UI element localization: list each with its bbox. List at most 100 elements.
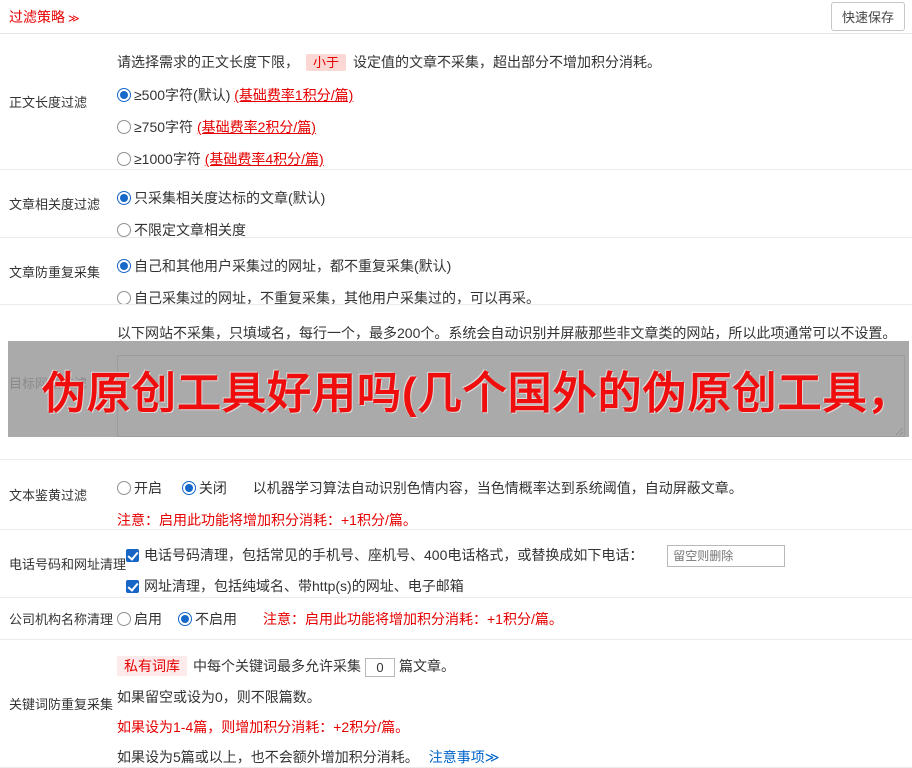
option-label: 启用 (134, 610, 162, 627)
radio-checked-icon[interactable] (178, 611, 192, 626)
body-length-option-row-1000: ≥1000字符 (基础费率4积分/篇) (117, 149, 905, 169)
dedup-option-self-only[interactable]: 自己采集过的网址，不重复采集，其他用户采集过的，可以再采。 (117, 290, 540, 305)
option-label: 网址清理，包括纯域名、带http(s)的网址、电子邮箱 (144, 578, 464, 595)
page-title[interactable]: 过滤策略 ≫ (9, 7, 80, 27)
relevance-content: 只采集相关度达标的文章(默认) 不限定文章相关度 (117, 170, 912, 237)
keyword-note-cost: 如果设为1-4篇，则增加积分消耗：+2积分/篇。 (117, 718, 410, 735)
phone-url-content: 电话号码清理，包括常见的手机号、座机号、400电话格式，或替换成如下电话： 网址… (126, 530, 912, 597)
radio-checked-icon[interactable] (117, 191, 131, 205)
checkbox-checked-icon[interactable] (126, 549, 140, 562)
keyword-note-5plus: 如果设为5篇或以上，也不会额外增加积分消耗。 注意事项≫ (117, 747, 905, 767)
body-length-option-750[interactable]: ≥750字符 (基础费率2积分/篇) (117, 119, 316, 135)
filter-strategy-page: 过滤策略 ≫ 快速保存 正文长度过滤 请选择需求的正文长度下限， 小于 设定值的文章不… (0, 0, 912, 768)
dedup-content: 自己和其他用户采集过的网址，都不重复采集(默认) 自己采集过的网址，不重复采集，… (117, 238, 912, 304)
radio-icon[interactable] (117, 481, 131, 495)
option-label: ≥1000字符 (134, 151, 205, 167)
keyword-note-unlimited: 如果留空或设为0，则不限篇数。 (117, 688, 321, 705)
row-label-porn-filter: 文本鉴黄过滤 (9, 488, 88, 503)
body-length-content: 请选择需求的正文长度下限， 小于 设定值的文章不采集，超出部分不增加积分消耗。 ≥5… (117, 34, 912, 169)
option-fee: (基础费率2积分/篇) (196, 119, 316, 135)
row-phone-url-cleanup: 电话号码和网址清理 电话号码清理，包括常见的手机号、座机号、400电话格式，或替… (0, 530, 912, 598)
option-fee: (基础费率4积分/篇) (204, 151, 324, 167)
keyword-limit-unit: 篇文章。 (399, 658, 455, 674)
option-label: ≥750字符 (134, 119, 197, 135)
company-note: 注意：启用此功能将增加积分消耗：+1积分/篇。 (263, 610, 563, 627)
row-label-body-length: 正文长度过滤 (9, 95, 88, 110)
url-cleanup-row: 网址清理，包括纯域名、带http(s)的网址、电子邮箱 (126, 576, 905, 596)
page-header: 过滤策略 ≫ 快速保存 (0, 0, 912, 34)
option-label: 不启用 (195, 610, 237, 627)
row-keyword-dedup: 关键词防重复采集 私有词库中每个关键词最多允许采集 篇文章。 如果留空或设为0，则… (0, 640, 912, 768)
relevance-option-any[interactable]: 不限定文章相关度 (117, 222, 246, 238)
keyword-note-5plus-text: 如果设为5篇或以上，也不会额外增加积分消耗。 (117, 748, 419, 765)
porn-filter-desc: 以机器学习算法自动识别色情内容，当色情概率达到系统阈值，自动屏蔽文章。 (252, 480, 743, 496)
radio-icon[interactable] (117, 223, 131, 237)
option-label: 自己采集过的网址，不重复采集，其他用户采集过的，可以再采。 (134, 290, 540, 305)
body-length-option-row-500: ≥500字符(默认) (基础费率1积分/篇) (117, 85, 905, 105)
body-length-desc: 请选择需求的正文长度下限， 小于 设定值的文章不采集，超出部分不增加积分消耗。 (117, 52, 905, 73)
body-length-option-row-750: ≥750字符 (基础费率2积分/篇) (117, 117, 905, 137)
row-relevance-filter: 文章相关度过滤 只采集相关度达标的文章(默认) 不限定文章相关度 (0, 170, 912, 238)
relevance-option-row-2: 不限定文章相关度 (117, 220, 905, 238)
dedup-option-all-users[interactable]: 自己和其他用户采集过的网址，都不重复采集(默认) (117, 258, 451, 274)
row-body-length-filter: 正文长度过滤 请选择需求的正文长度下限， 小于 设定值的文章不采集，超出部分不增加积… (0, 34, 912, 170)
row-company-cleanup: 公司机构名称清理 启用 不启用 注意：启用此功能将增加积分消耗：+1积分/篇。 (0, 598, 912, 640)
option-label: ≥500字符(默认) (134, 87, 235, 103)
option-label: 只采集相关度达标的文章(默认) (134, 190, 326, 206)
body-length-option-1000[interactable]: ≥1000字符 (基础费率4积分/篇) (117, 151, 324, 167)
phone-cleanup-row: 电话号码清理，包括常见的手机号、座机号、400电话格式，或替换成如下电话： (126, 545, 905, 568)
option-label: 电话号码清理，包括常见的手机号、座机号、400电话格式，或替换成如下电话： (144, 547, 644, 563)
page-title-text: 过滤策略 (9, 8, 65, 25)
body-length-option-500[interactable]: ≥500字符(默认) (基础费率1积分/篇) (117, 87, 353, 103)
quick-save-button[interactable]: 快速保存 (830, 2, 905, 31)
radio-checked-icon[interactable] (117, 88, 131, 102)
chevron-down-icon: ≫ (68, 12, 80, 25)
private-lexicon-badge: 私有词库 (117, 656, 187, 676)
checkbox-checked-icon[interactable] (126, 580, 140, 594)
notice-link[interactable]: 注意事项≫ (429, 749, 500, 765)
radio-checked-icon[interactable] (181, 481, 196, 495)
option-label: 自己和其他用户采集过的网址，都不重复采集(默认) (134, 258, 452, 274)
option-label: 开启 (134, 480, 162, 496)
radio-icon[interactable] (117, 120, 131, 134)
row-dedup-filter: 文章防重复采集 自己和其他用户采集过的网址，都不重复采集(默认) 自己采集过的网… (0, 238, 912, 305)
company-content: 启用 不启用 注意：启用此功能将增加积分消耗：+1积分/篇。 (117, 598, 912, 639)
radio-checked-icon[interactable] (117, 259, 131, 273)
keyword-count-input[interactable] (365, 657, 395, 677)
watermark-overlay: 伪原创工具好用吗(几个国外的伪原创工具， (8, 341, 909, 437)
dedup-option-row-1: 自己和其他用户采集过的网址，都不重复采集(默认) (117, 256, 905, 276)
phone-replacement-input[interactable] (667, 545, 786, 568)
porn-filter-note: 注意：启用此功能将增加积分消耗：+1积分/篇。 (117, 512, 417, 528)
row-label-phone-url: 电话号码和网址清理 (9, 557, 127, 572)
watermark-text: 伪原创工具好用吗(几个国外的伪原创工具， (42, 369, 909, 418)
porn-filter-on-option[interactable]: 开启 (117, 480, 166, 496)
relevance-option-strict[interactable]: 只采集相关度达标的文章(默认) (117, 190, 325, 206)
target-site-desc: 以下网站不采集，只填域名，每行一个，最多200个。系统会自动识别并屏蔽那些非文章… (117, 325, 897, 341)
keyword-limit-row: 私有词库中每个关键词最多允许采集 篇文章。 (117, 656, 905, 677)
keyword-content: 私有词库中每个关键词最多允许采集 篇文章。 如果留空或设为0，则不限篇数。 如果设… (117, 640, 912, 767)
phone-cleanup-checkbox[interactable]: 电话号码清理，包括常见的手机号、座机号、400电话格式，或替换成如下电话： (126, 547, 647, 563)
row-label-company: 公司机构名称清理 (9, 612, 114, 627)
option-fee: (基础费率1积分/篇) (234, 87, 354, 103)
radio-icon[interactable] (117, 152, 131, 166)
company-enable-option[interactable]: 启用 (117, 609, 162, 629)
desc-text-before: 请选择需求的正文长度下限， (117, 54, 299, 70)
keyword-limit-text: 中每个关键词最多允许采集 (193, 658, 361, 674)
option-label: 关闭 (198, 480, 227, 496)
desc-text-after: 设定值的文章不采集，超出部分不增加积分消耗。 (353, 54, 662, 70)
less-than-badge: 小于 (306, 54, 347, 71)
company-disable-option[interactable]: 不启用 (178, 609, 237, 629)
option-label: 不限定文章相关度 (134, 222, 246, 238)
row-label-relevance: 文章相关度过滤 (9, 197, 101, 212)
row-label-keyword: 关键词防重复采集 (9, 697, 114, 712)
porn-filter-off-option[interactable]: 关闭 (181, 480, 231, 496)
radio-icon[interactable] (117, 291, 131, 304)
dedup-option-row-2: 自己采集过的网址，不重复采集，其他用户采集过的，可以再采。 (117, 288, 905, 305)
url-cleanup-checkbox[interactable]: 网址清理，包括纯域名、带http(s)的网址、电子邮箱 (126, 578, 464, 594)
porn-filter-options: 开启 关闭 以机器学习算法自动识别色情内容，当色情概率达到系统阈值，自动屏蔽文章… (117, 478, 905, 498)
row-porn-filter: 文本鉴黄过滤 开启 关闭 以机器学习算法自动识别色情内容，当色情概率达到系统阈值… (0, 460, 912, 530)
relevance-option-row-1: 只采集相关度达标的文章(默认) (117, 188, 905, 208)
row-label-dedup: 文章防重复采集 (9, 264, 101, 280)
porn-filter-content: 开启 关闭 以机器学习算法自动识别色情内容，当色情概率达到系统阈值，自动屏蔽文章… (117, 460, 912, 529)
radio-icon[interactable] (117, 611, 131, 626)
